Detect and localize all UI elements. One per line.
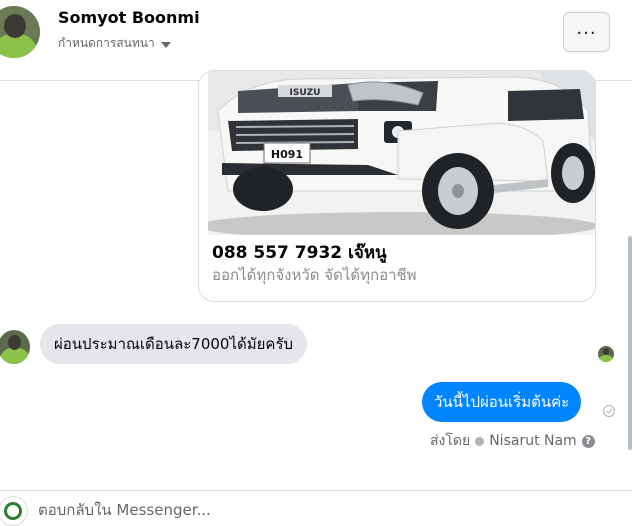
avatar-shirt [0,34,38,58]
sender-name: Nisarut Nam [489,433,577,449]
sender-avatar[interactable] [0,330,30,364]
manage-conversation-dropdown[interactable]: กำหนดการสนทนา [58,34,171,53]
avatar-head [8,335,21,350]
avatar-head [603,348,609,355]
shared-post-card[interactable]: ISUZU H091 088 557 7932 เจ๊หนู ออกได้ทุก… [198,70,596,302]
seller-phone: 088 557 7932 เจ๊หนู [212,243,387,263]
manage-conversation-label: กำหนดการสนทนา [58,36,155,50]
help-icon[interactable]: ? [581,434,595,448]
sent-check-icon [603,405,615,417]
contact-avatar[interactable] [0,6,40,58]
contact-name[interactable]: Somyot Boonmi [58,8,200,27]
avatar-shirt [599,355,613,362]
seen-indicator-avatar [598,346,614,362]
conversation-header: Somyot Boonmi กำหนดการสนทนา ... [0,0,632,81]
scrollbar[interactable] [628,236,632,450]
sent-by-label: ส่งโดย [430,433,471,449]
card-description: ออกได้ทุกจังหวัด จัดได้ทุกอาชีพ [212,266,417,284]
sent-by-line: ส่งโดย Nisarut Nam ? [430,430,595,452]
outgoing-message[interactable]: วันนี้ไปผ่อนเริ่มต้นค่ะ [422,382,582,422]
page-logo-icon [4,502,22,520]
page-avatar [0,496,28,526]
reply-input[interactable] [38,497,624,523]
car-photo: ISUZU H091 [208,71,595,235]
business-icon [475,436,485,446]
plate-text: H091 [271,148,303,161]
caret-down-icon [160,41,171,48]
more-options-button[interactable]: ... [563,12,610,52]
avatar-shirt [0,348,30,364]
avatar-head [4,14,26,38]
more-options-label: ... [576,18,597,39]
incoming-message[interactable]: ผ่อนประมาณเดือนละ7000ได้มัยครับ [40,324,308,364]
pickup-truck-image: ISUZU H091 [208,71,595,235]
composer [0,490,632,526]
brand-text: ISUZU [290,88,321,98]
